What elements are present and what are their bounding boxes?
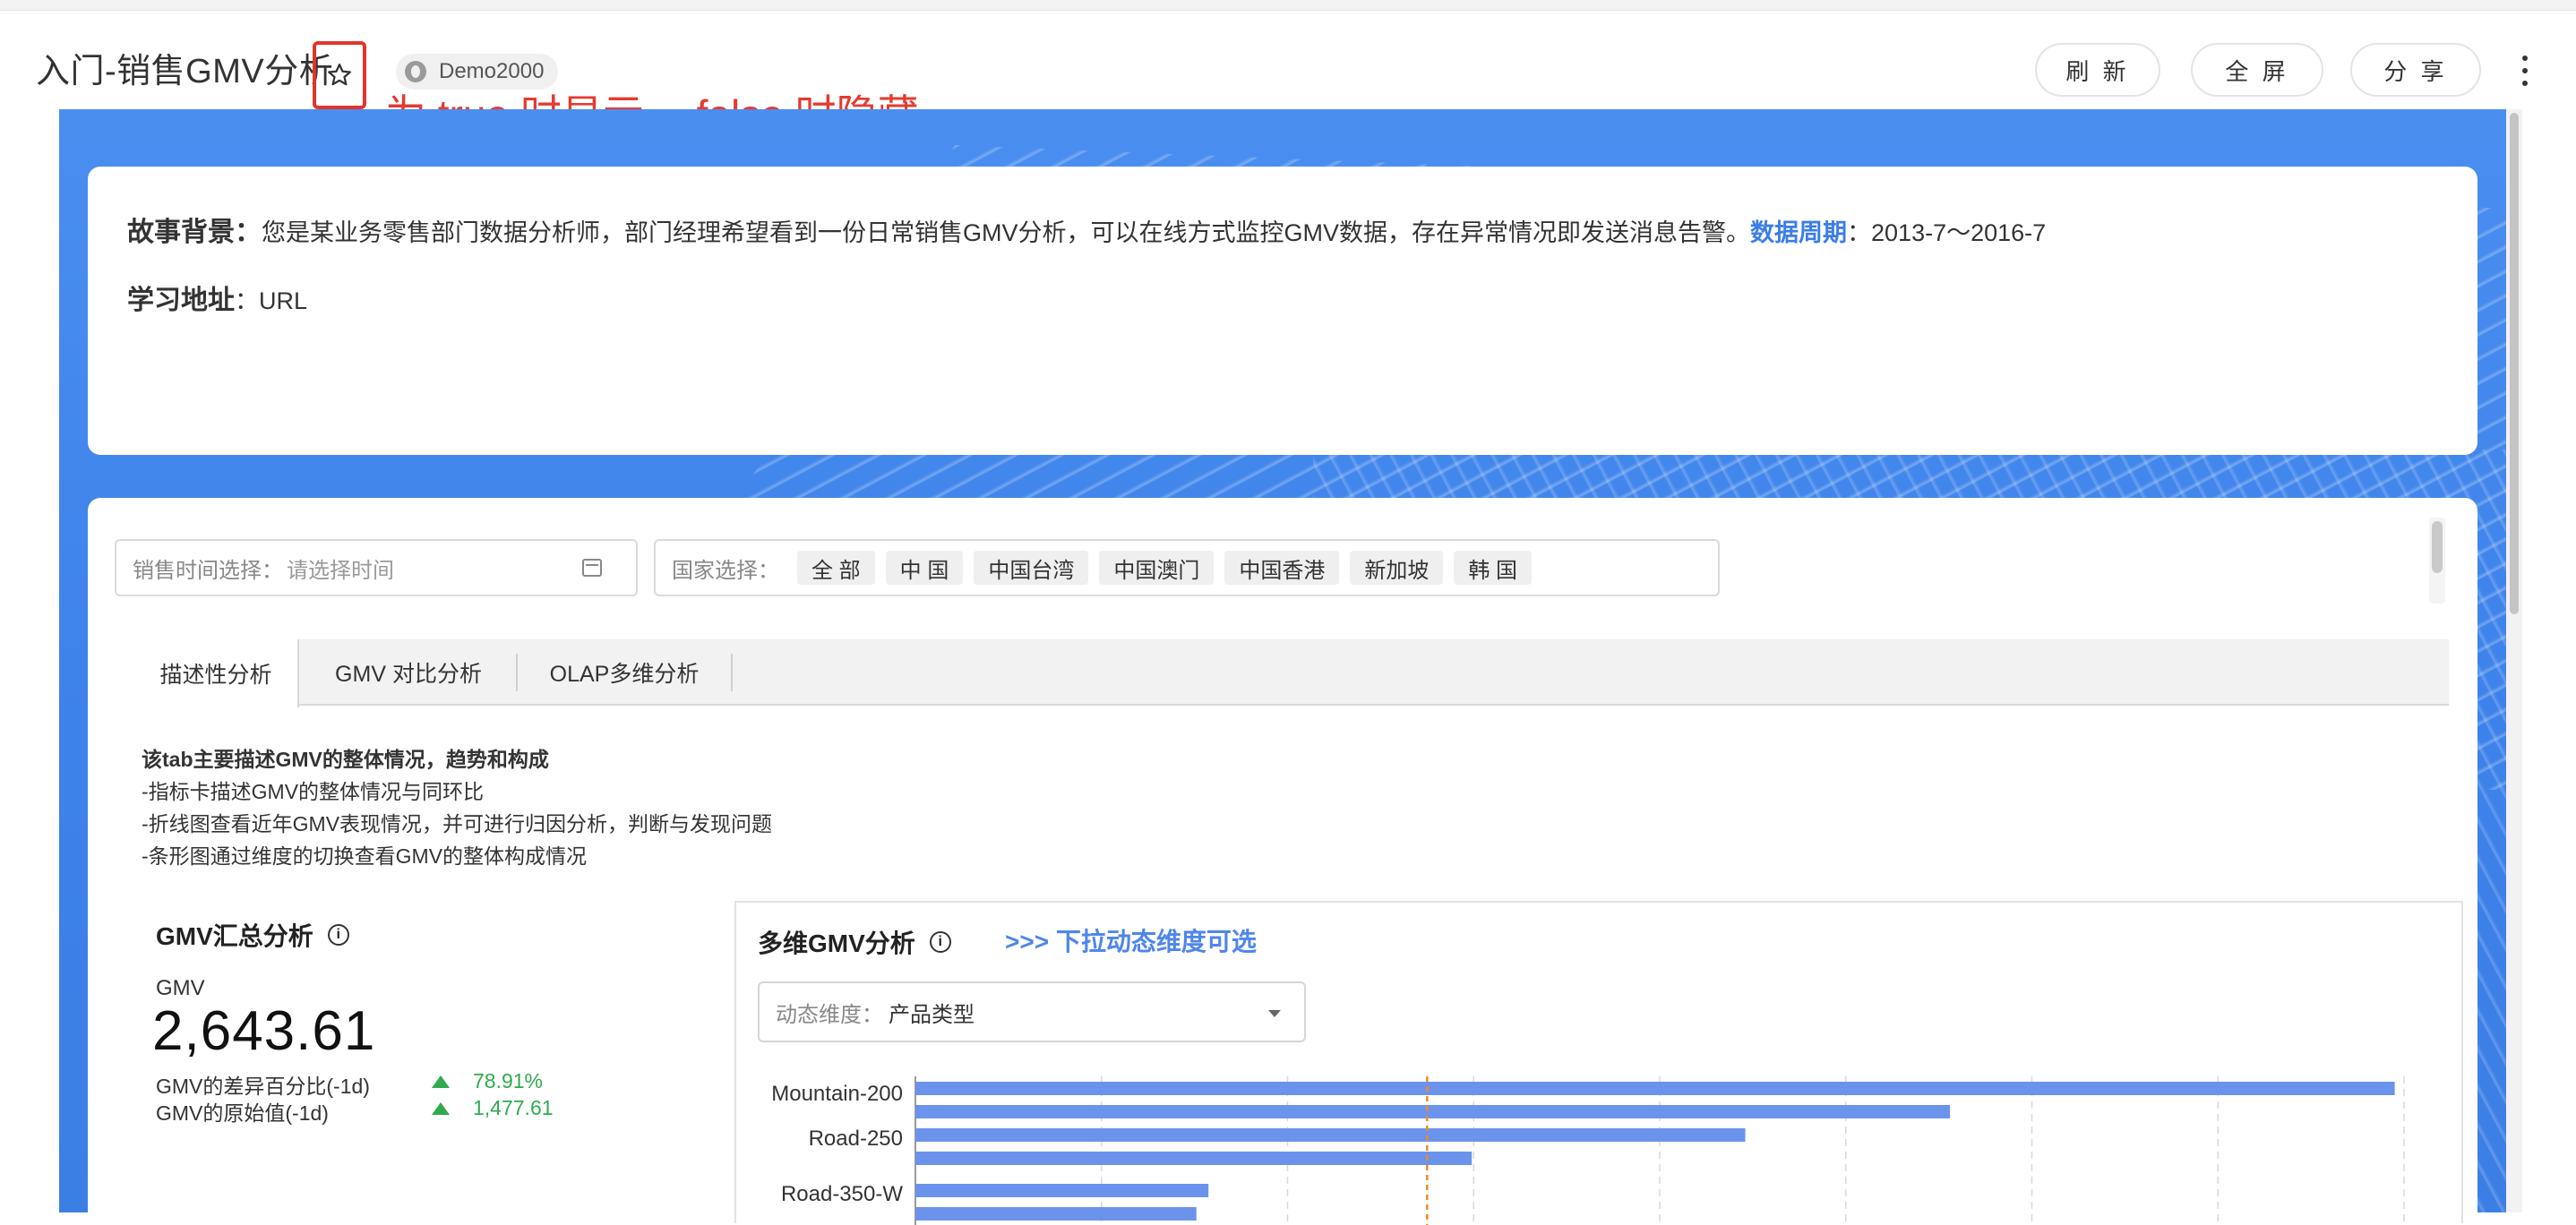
country-chip[interactable]: 新加坡: [1350, 551, 1444, 585]
country-chip[interactable]: 中国香港: [1224, 551, 1340, 585]
learn-label: 学习地址: [127, 286, 235, 315]
more-menu-icon[interactable]: [2512, 50, 2538, 91]
country-label: 国家选择：: [672, 558, 779, 583]
page-scrollbar-thumb[interactable]: [2510, 113, 2519, 614]
browser-top-strip: [0, 0, 2576, 11]
category-label: Road-250: [809, 1126, 903, 1151]
description-line: -指标卡描述GMV的整体情况与同环比: [142, 780, 485, 803]
country-chip[interactable]: 中国台湾: [974, 551, 1089, 585]
tab-descriptive[interactable]: 描述性分析: [134, 639, 299, 707]
dimension-value: 产品类型: [889, 1002, 975, 1027]
story-label-sep: ：: [235, 218, 262, 247]
story-background: 故事背景：您是某业务零售部门数据分析师，部门经理希望看到一份日常销售GMV分析，…: [127, 213, 2438, 253]
share-button[interactable]: 分 享: [2350, 43, 2481, 97]
bar[interactable]: [915, 1082, 2395, 1095]
tab-olap[interactable]: OLAP多维分析: [518, 639, 731, 706]
panel-hint: >>> 下拉动态维度可选: [1005, 928, 1257, 955]
info-icon[interactable]: i: [327, 924, 349, 946]
country-chip[interactable]: 韩 国: [1454, 551, 1533, 585]
bar[interactable]: [915, 1105, 1951, 1118]
star-icon: [328, 64, 351, 86]
refresh-button[interactable]: 刷 新: [2035, 43, 2160, 97]
kpi-diff-value: 78.91%: [432, 1069, 543, 1093]
period-value: ：2013-7～2016-7: [1847, 219, 2047, 246]
favorite-star-button[interactable]: [313, 41, 366, 109]
bar[interactable]: [915, 1128, 1746, 1142]
panel-title-text: 多维GMV分析: [758, 929, 915, 957]
kpi-diff-number: 78.91%: [473, 1069, 544, 1092]
fullscreen-button[interactable]: 全 屏: [2191, 43, 2323, 97]
tab-gmv-compare[interactable]: GMV 对比分析: [301, 639, 516, 706]
tab-divider: [731, 654, 733, 691]
country-chip[interactable]: 全 部: [797, 551, 875, 585]
kpi-title-text: GMV汇总分析: [156, 922, 313, 950]
dimension-label: 动态维度：: [776, 1002, 883, 1027]
analysis-card: 销售时间选择： 请选择时间 国家选择： 全 部中 国中国台湾 中国澳门 中国香港 新加…: [88, 498, 2477, 1225]
calendar-icon[interactable]: [582, 559, 602, 577]
chevron-down-icon: [1268, 1010, 1281, 1017]
country-chips: 全 部中 国中国台湾 中国澳门 中国香港 新加坡韩 国: [797, 551, 1533, 585]
owner-name: Demo2000: [439, 59, 545, 83]
page-title: 入门-销售GMV分析: [36, 53, 334, 90]
kpi-diff-label: GMV的差异百分比(-1d): [156, 1075, 370, 1098]
sale-time-label: 销售时间选择：: [133, 558, 283, 583]
kpi-raw-value: 1,477.61: [432, 1096, 554, 1120]
category-label: Mountain-200: [771, 1082, 903, 1106]
period-label: 数据周期: [1750, 219, 1848, 246]
sale-time-placeholder: 请选择时间: [287, 558, 394, 583]
bar[interactable]: [915, 1184, 1209, 1197]
description-line: -折线图查看近年GMV表现情况，并可进行归因分析，判断与发现问题: [142, 812, 773, 835]
description-line: -条形图通过维度的切换查看GMV的整体构成情况: [142, 844, 588, 868]
filter-scrollbar-thumb[interactable]: [2432, 521, 2443, 573]
story-label: 故事背景: [127, 218, 235, 247]
description-heading: 该tab主要描述GMV的整体情况，趋势和构成: [142, 748, 549, 771]
up-arrow-icon: [432, 1075, 450, 1088]
gmv-bar-chart: Mountain-200 Road-250 Road-350-W: [771, 1076, 2405, 1225]
kpi-metric-label: GMV: [156, 976, 205, 1000]
info-icon[interactable]: i: [929, 931, 951, 953]
user-icon: [405, 61, 426, 82]
dimension-select[interactable]: 动态维度： 产品类型: [758, 981, 1306, 1042]
learn-address: 学习地址：URL: [127, 278, 2438, 317]
kpi-value: 2,643.61: [152, 1000, 376, 1062]
filter-scrollbar[interactable]: [2429, 518, 2445, 604]
bar[interactable]: [915, 1152, 1473, 1165]
country-chip[interactable]: 中国澳门: [1099, 551, 1215, 585]
up-arrow-icon: [432, 1101, 450, 1115]
story-card: 故事背景：您是某业务零售部门数据分析师，部门经理希望看到一份日常销售GMV分析，…: [88, 167, 2477, 455]
kpi-raw-label: GMV的原始值(-1d): [156, 1101, 329, 1125]
tab-bar: 描述性分析 GMV 对比分析 OLAP多维分析: [134, 639, 2449, 707]
story-text: 您是某业务零售部门数据分析师，部门经理希望看到一份日常销售GMV分析，可以在线方…: [262, 219, 1751, 246]
bar[interactable]: [915, 1207, 1197, 1221]
kpi-title: GMV汇总分析 i: [156, 917, 349, 953]
page-scrollbar[interactable]: [2506, 109, 2522, 1212]
category-label: Road-350-W: [781, 1182, 903, 1206]
multi-dim-panel: 多维GMV分析 i >>> 下拉动态维度可选 动态维度： 产品类型 Mounta…: [734, 901, 2463, 1225]
sale-time-filter[interactable]: 销售时间选择： 请选择时间: [115, 539, 638, 596]
learn-value[interactable]: ：URL: [235, 287, 307, 314]
country-chip[interactable]: 中 国: [885, 551, 964, 585]
kpi-raw-number: 1,477.61: [473, 1096, 554, 1119]
country-filter: 国家选择： 全 部中 国中国台湾 中国澳门 中国香港 新加坡韩 国: [654, 539, 1720, 596]
tab-description: 该tab主要描述GMV的整体情况，趋势和构成 -指标卡描述GMV的整体情况与同环…: [142, 743, 772, 872]
dashboard-header: 入门-销售GMV分析 Demo2000 为 true 时显示， false 时隐…: [0, 11, 2576, 138]
panel-title: 多维GMV分析 i: [758, 924, 951, 960]
